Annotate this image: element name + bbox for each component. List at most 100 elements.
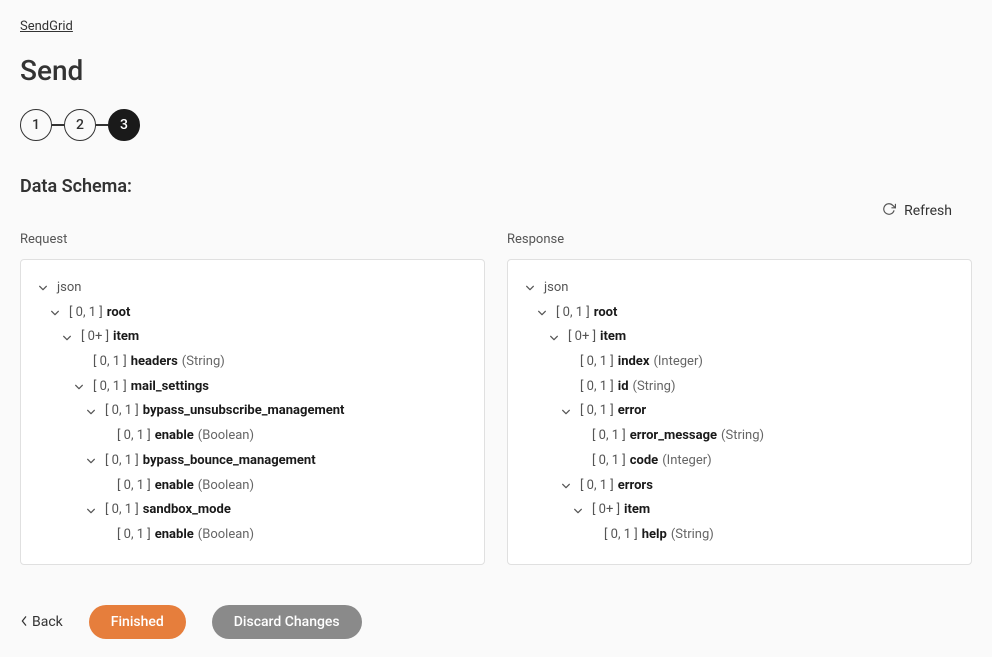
back-label: Back [32,614,63,630]
response-column: Response json[ 0, 1 ] root[ 0+ ] item[ 0… [507,232,972,565]
field-type: (Integer) [662,449,711,474]
request-label: Request [20,232,485,247]
field-name: error [618,399,646,424]
cardinality: [ 0, 1 ] [93,375,127,400]
cardinality: [ 0+ ] [81,325,109,350]
field-name: error_message [630,424,717,449]
field-name: id [618,375,629,400]
cardinality: [ 0, 1 ] [69,301,103,326]
cardinality: [ 0, 1 ] [580,474,614,499]
tree-node: [ 0, 1 ] enable (Boolean) [35,424,470,449]
json-root-label: json [544,276,568,301]
chevron-down-icon[interactable] [546,330,562,346]
tree-node: [ 0, 1 ] index (Integer) [522,350,957,375]
stepper: 123 [20,109,972,141]
section-title: Data Schema: [20,176,972,197]
field-name: item [600,325,626,350]
cardinality: [ 0, 1 ] [556,301,590,326]
tree-node: [ 0, 1 ] root [35,301,470,326]
tree-node: [ 0, 1 ] error_message (String) [522,424,957,449]
tree-node: [ 0+ ] item [522,498,957,523]
field-name: bypass_bounce_management [143,449,316,474]
field-type: (Integer) [653,350,702,375]
discard-button[interactable]: Discard Changes [212,605,362,639]
tree-node: [ 0, 1 ] code (Integer) [522,449,957,474]
field-name: help [642,523,667,548]
breadcrumb[interactable]: SendGrid [20,19,73,34]
step-3[interactable]: 3 [108,109,140,141]
tree-node: [ 0, 1 ] errors [522,474,957,499]
back-button[interactable]: Back [20,614,63,630]
cardinality: [ 0, 1 ] [117,424,151,449]
field-name: code [630,449,658,474]
chevron-down-icon[interactable] [534,305,550,321]
field-type: (String) [182,350,225,375]
cardinality: [ 0, 1 ] [105,399,139,424]
tree-node: [ 0, 1 ] bypass_unsubscribe_management [35,399,470,424]
field-name: bypass_unsubscribe_management [143,399,345,424]
footer: Back Finished Discard Changes [20,605,972,639]
cardinality: [ 0, 1 ] [117,523,151,548]
field-type: (Boolean) [198,474,254,499]
json-root-label: json [57,276,81,301]
field-type: (String) [633,375,676,400]
chevron-down-icon[interactable] [59,330,75,346]
chevron-down-icon[interactable] [522,280,538,296]
step-1[interactable]: 1 [20,109,52,141]
field-name: enable [155,424,194,449]
field-name: root [107,301,131,326]
field-name: mail_settings [131,375,209,400]
field-type: (String) [671,523,714,548]
request-column: Request json[ 0, 1 ] root[ 0+ ] item[ 0,… [20,232,485,565]
chevron-down-icon[interactable] [558,478,574,494]
tree-node: [ 0, 1 ] enable (Boolean) [35,474,470,499]
cardinality: [ 0, 1 ] [580,399,614,424]
cardinality: [ 0+ ] [568,325,596,350]
cardinality: [ 0+ ] [592,498,620,523]
field-name: enable [155,523,194,548]
chevron-down-icon[interactable] [47,305,63,321]
tree-node: [ 0+ ] item [522,325,957,350]
chevron-down-icon[interactable] [71,379,87,395]
tree-node: [ 0, 1 ] sandbox_mode [35,498,470,523]
chevron-down-icon[interactable] [83,404,99,420]
cardinality: [ 0, 1 ] [580,375,614,400]
chevron-left-icon [20,614,28,630]
schema-container: Refresh Request json[ 0, 1 ] root[ 0+ ] … [20,232,972,565]
chevron-down-icon[interactable] [570,503,586,519]
chevron-down-icon[interactable] [558,404,574,420]
tree-node: [ 0, 1 ] error [522,399,957,424]
cardinality: [ 0, 1 ] [604,523,638,548]
step-2[interactable]: 2 [64,109,96,141]
field-name: root [594,301,618,326]
tree-node: [ 0, 1 ] enable (Boolean) [35,523,470,548]
cardinality: [ 0, 1 ] [580,350,614,375]
tree-node: json [522,276,957,301]
finished-button[interactable]: Finished [89,605,186,639]
refresh-button[interactable]: Refresh [882,202,952,220]
cardinality: [ 0, 1 ] [117,474,151,499]
cardinality: [ 0, 1 ] [105,449,139,474]
chevron-down-icon[interactable] [83,503,99,519]
chevron-down-icon[interactable] [35,280,51,296]
field-name: headers [131,350,178,375]
tree-node: [ 0+ ] item [35,325,470,350]
field-type: (String) [721,424,764,449]
tree-node: [ 0, 1 ] mail_settings [35,375,470,400]
field-type: (Boolean) [198,523,254,548]
refresh-icon [882,202,896,220]
tree-node: [ 0, 1 ] root [522,301,957,326]
field-name: item [113,325,139,350]
tree-node: json [35,276,470,301]
field-name: enable [155,474,194,499]
field-name: sandbox_mode [143,498,231,523]
request-schema-box: json[ 0, 1 ] root[ 0+ ] item[ 0, 1 ] hea… [20,259,485,565]
page-title: Send [20,54,972,87]
chevron-down-icon[interactable] [83,453,99,469]
step-connector [52,124,64,126]
cardinality: [ 0, 1 ] [93,350,127,375]
step-connector [96,124,108,126]
refresh-label: Refresh [904,203,952,219]
field-name: errors [618,474,653,499]
field-name: index [618,350,650,375]
